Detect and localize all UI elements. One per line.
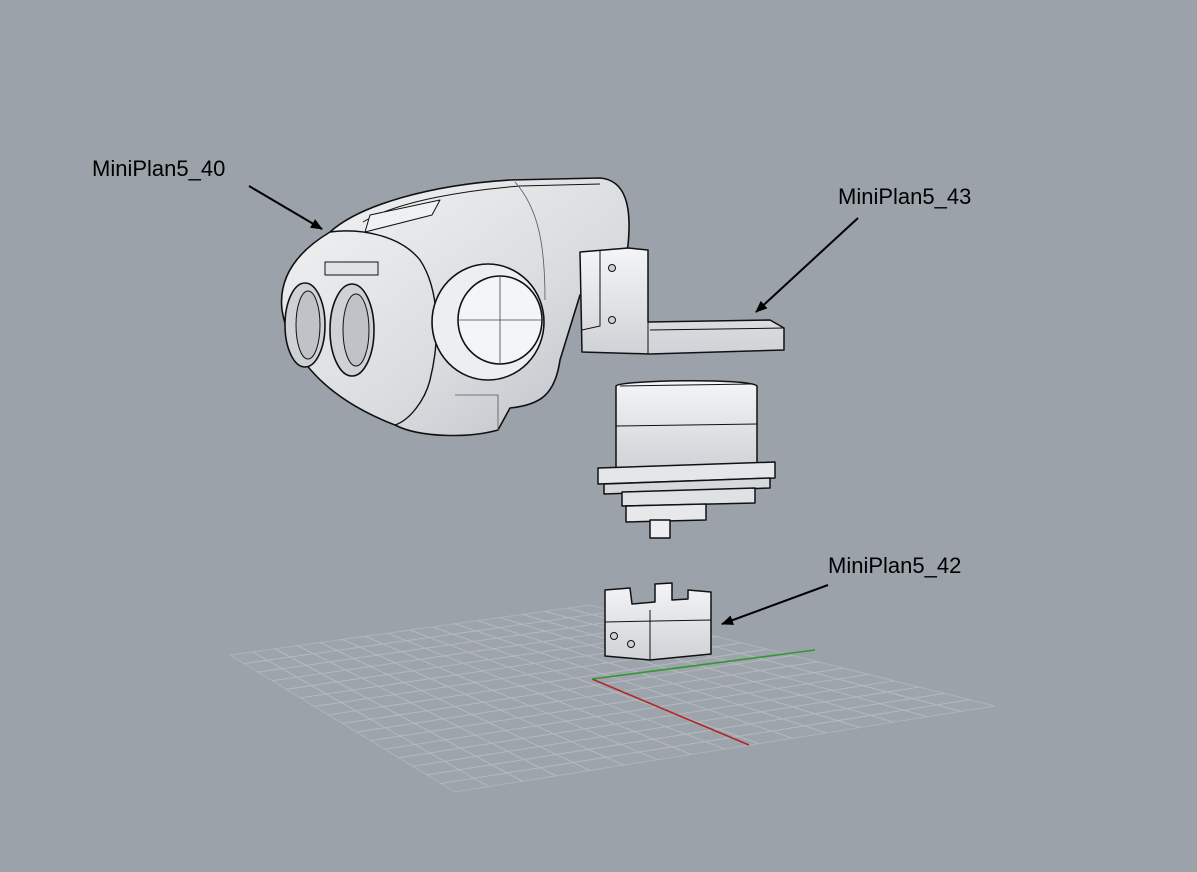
leader-arrow-43 <box>755 217 859 313</box>
leader-arrow-40 <box>248 185 323 230</box>
leader-arrow-42 <box>721 584 829 625</box>
part-miniplan5-43[interactable] <box>579 247 785 355</box>
part-miniplan5-42[interactable] <box>604 582 712 661</box>
annotation-miniplan5-40: MiniPlan5_40 <box>92 156 226 181</box>
scene-canvas[interactable] <box>0 0 1197 872</box>
part-miniplan5-40[interactable] <box>280 177 630 437</box>
annotation-miniplan5-42: MiniPlan5_42 <box>828 553 962 578</box>
3d-viewport[interactable]: MiniPlan5_40 MiniPlan5_43 MiniPlan5_42 <box>0 0 1197 872</box>
part-servo[interactable] <box>597 379 776 539</box>
annotation-miniplan5-43: MiniPlan5_43 <box>838 184 972 209</box>
